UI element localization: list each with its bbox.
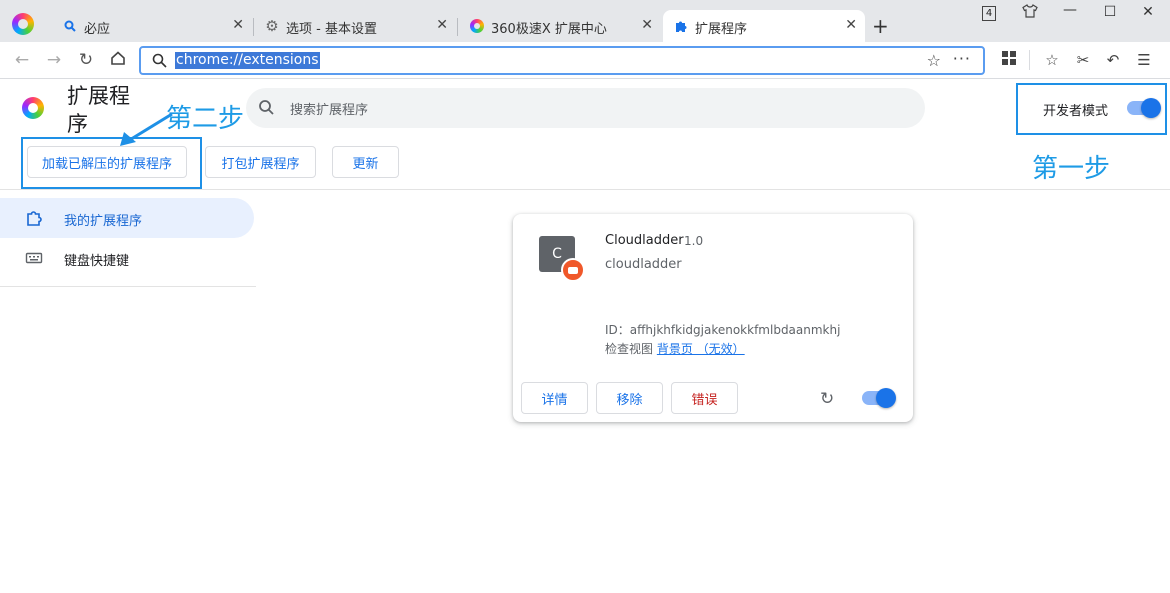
inspect-views-label: 检查视图 [605, 342, 654, 356]
inspect-views: 检查视图 背景页 （无效） [605, 340, 745, 357]
tab-bing[interactable]: 必应 ✕ [52, 10, 252, 42]
maximize-icon[interactable]: ☐ [1100, 4, 1120, 20]
browser-logo-icon[interactable] [12, 13, 34, 35]
pack-extension-button[interactable]: 打包扩展程序 [205, 146, 316, 178]
forward-icon[interactable]: → [43, 50, 65, 70]
sidebar-item-label: 键盘快捷键 [64, 254, 130, 269]
favorites-icon[interactable]: ☆ [1042, 51, 1062, 69]
extension-name: Cloudladder [605, 233, 684, 248]
extension-description: cloudladder [605, 257, 682, 272]
camera-badge-icon [561, 258, 585, 282]
update-button[interactable]: 更新 [332, 146, 399, 178]
sidebar-item-my-extensions[interactable]: 我的扩展程序 [0, 198, 254, 238]
reload-icon[interactable]: ↻ [75, 50, 97, 70]
header-divider [0, 189, 1170, 190]
menu-icon[interactable]: ☰ [1134, 51, 1154, 69]
reload-extension-icon[interactable]: ↻ [820, 389, 834, 409]
background-page-link[interactable]: 背景页 （无效） [657, 342, 745, 356]
sidebar-item-keyboard-shortcuts[interactable]: 键盘快捷键 [0, 238, 254, 278]
close-icon[interactable]: ✕ [232, 17, 244, 33]
tab-label: 选项 - 基本设置 [286, 22, 377, 37]
tab-strip: 必应 ✕ ⚙ 选项 - 基本设置 ✕ 360极速X 扩展中心 ✕ 扩展程序 ✕ … [0, 0, 1170, 42]
tab-settings[interactable]: ⚙ 选项 - 基本设置 ✕ [254, 10, 456, 42]
more-options-icon[interactable]: ··· [953, 49, 971, 68]
extension-version: 1.0 [684, 234, 704, 248]
skin-icon[interactable] [1020, 4, 1040, 22]
new-tab-button[interactable]: + [872, 14, 889, 38]
errors-button[interactable]: 错误 [671, 382, 738, 414]
url-text[interactable]: chrome://extensions [175, 52, 320, 69]
apps-grid-icon[interactable] [999, 51, 1019, 69]
gear-icon: ⚙ [265, 17, 279, 35]
close-window-icon[interactable]: ✕ [1138, 4, 1158, 20]
tab-label: 扩展程序 [695, 22, 748, 37]
tab-separator [457, 18, 458, 36]
search-icon [152, 53, 167, 72]
scissors-icon[interactable]: ✂ [1073, 51, 1093, 69]
annotation-step1: 第一步 [1032, 154, 1111, 184]
toolbar-divider [1029, 50, 1030, 70]
back-icon[interactable]: ← [11, 50, 33, 70]
browser-toolbar: ← → ↻ chrome://extensions ☆ ··· ☆ ✂ ↶ ☰ [0, 42, 1170, 79]
extension-id: ID：affhjkhfkidgjakenokkfmlbdaanmkhj [605, 323, 841, 337]
search-icon [62, 18, 78, 34]
address-bar[interactable]: chrome://extensions ☆ ··· [139, 46, 985, 75]
details-button[interactable]: 详情 [521, 382, 588, 414]
puzzle-icon [25, 209, 43, 227]
remove-button[interactable]: 移除 [596, 382, 663, 414]
extensions-logo-icon [22, 97, 44, 119]
sidebar-divider [0, 286, 256, 287]
annotation-box-step1 [1016, 83, 1167, 135]
close-icon[interactable]: ✕ [436, 17, 448, 33]
sidebar-item-label: 我的扩展程序 [64, 214, 143, 229]
search-extensions-input[interactable]: 搜索扩展程序 [246, 88, 925, 128]
close-icon[interactable]: ✕ [641, 17, 653, 33]
tab-extension-center[interactable]: 360极速X 扩展中心 ✕ [459, 10, 661, 42]
tab-count-badge[interactable]: 4 [982, 6, 996, 21]
tab-extensions[interactable]: 扩展程序 ✕ [663, 10, 865, 42]
browser-logo-icon [469, 18, 485, 34]
puzzle-icon [673, 18, 689, 34]
extension-enable-toggle[interactable] [862, 388, 896, 408]
home-icon[interactable] [107, 50, 129, 71]
annotation-arrow [120, 112, 173, 146]
search-placeholder: 搜索扩展程序 [290, 103, 369, 118]
tab-label: 360极速X 扩展中心 [491, 22, 607, 37]
undo-icon[interactable]: ↶ [1103, 51, 1123, 69]
extension-card: C Cloudladder 1.0 cloudladder ID：affhjkh… [513, 214, 913, 422]
search-icon [258, 99, 275, 120]
minimize-icon[interactable]: — [1060, 2, 1080, 18]
keyboard-icon [25, 249, 43, 267]
bookmark-star-icon[interactable]: ☆ [927, 51, 941, 70]
tab-label: 必应 [84, 22, 111, 37]
close-icon[interactable]: ✕ [845, 17, 857, 33]
